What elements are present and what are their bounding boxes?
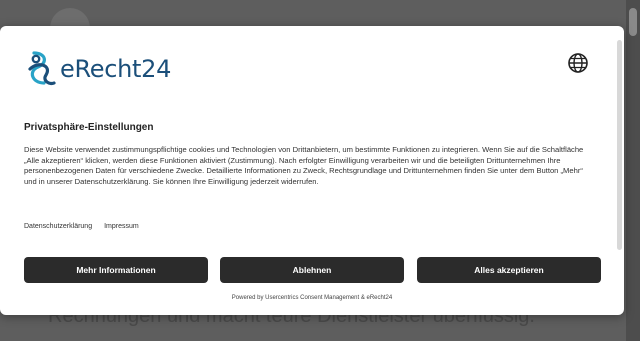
more-info-button[interactable]: Mehr Informationen [24,257,208,283]
dialog-title: Privatsphäre-Einstellungen [24,122,154,133]
page-scrollbar[interactable] [626,0,640,341]
globe-icon[interactable] [567,52,589,74]
legal-links: Datenschutzerklärung Impressum [24,223,139,230]
deny-button[interactable]: Ablehnen [220,257,404,283]
imprint-link[interactable]: Impressum [104,223,139,230]
privacy-policy-link[interactable]: Datenschutzerklärung [24,223,92,230]
dialog-scrollbar[interactable] [617,40,622,250]
powered-by-text: Powered by Usercentrics Consent Manageme… [231,295,393,301]
erecht24-logo-mark-icon [28,51,56,86]
logo-wordmark: eRecht24 [60,55,172,83]
accept-all-button[interactable]: Alles akzeptieren [417,257,601,283]
erecht24-logo: eRecht24 [24,49,171,89]
page-scrollbar-thumb[interactable] [629,8,637,36]
dialog-description: Diese Website verwendet zustimmungspflic… [24,145,584,186]
consent-dialog: eRecht24 Privatsphäre-Einstellungen Dies… [0,26,624,315]
